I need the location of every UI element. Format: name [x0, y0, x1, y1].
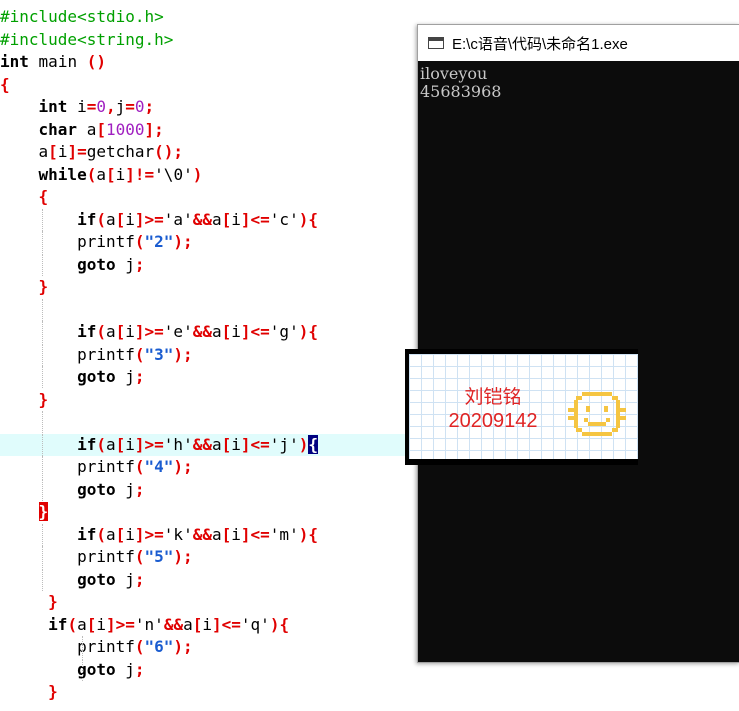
- console-titlebar[interactable]: E:\c语音\代码\未命名1.exe: [418, 25, 739, 61]
- matched-brace-close: }: [38, 502, 49, 521]
- console-title: E:\c语音\代码\未命名1.exe: [452, 35, 628, 53]
- code-text: #include<stdio.h>: [0, 7, 164, 26]
- grid-paper-background: 刘铠铭 20209142: [409, 354, 638, 459]
- console-output-line: iloveyou: [420, 64, 488, 83]
- code-text: #include<string.h>: [0, 30, 174, 49]
- badge-name: 刘铠铭: [464, 386, 522, 408]
- name-badge-overlay: 刘铠铭 20209142: [405, 349, 638, 465]
- console-app-icon: [428, 37, 444, 49]
- console-window[interactable]: E:\c语音\代码\未命名1.exe iloveyou 45683968: [417, 24, 739, 663]
- code-line-partial: [0, 703, 739, 711]
- badge-student-id: 20209142: [448, 410, 538, 432]
- console-output-line: 45683968: [420, 82, 502, 101]
- matched-brace: {: [308, 435, 318, 454]
- smiley-icon: [568, 392, 626, 436]
- code-line[interactable]: }: [0, 681, 739, 703]
